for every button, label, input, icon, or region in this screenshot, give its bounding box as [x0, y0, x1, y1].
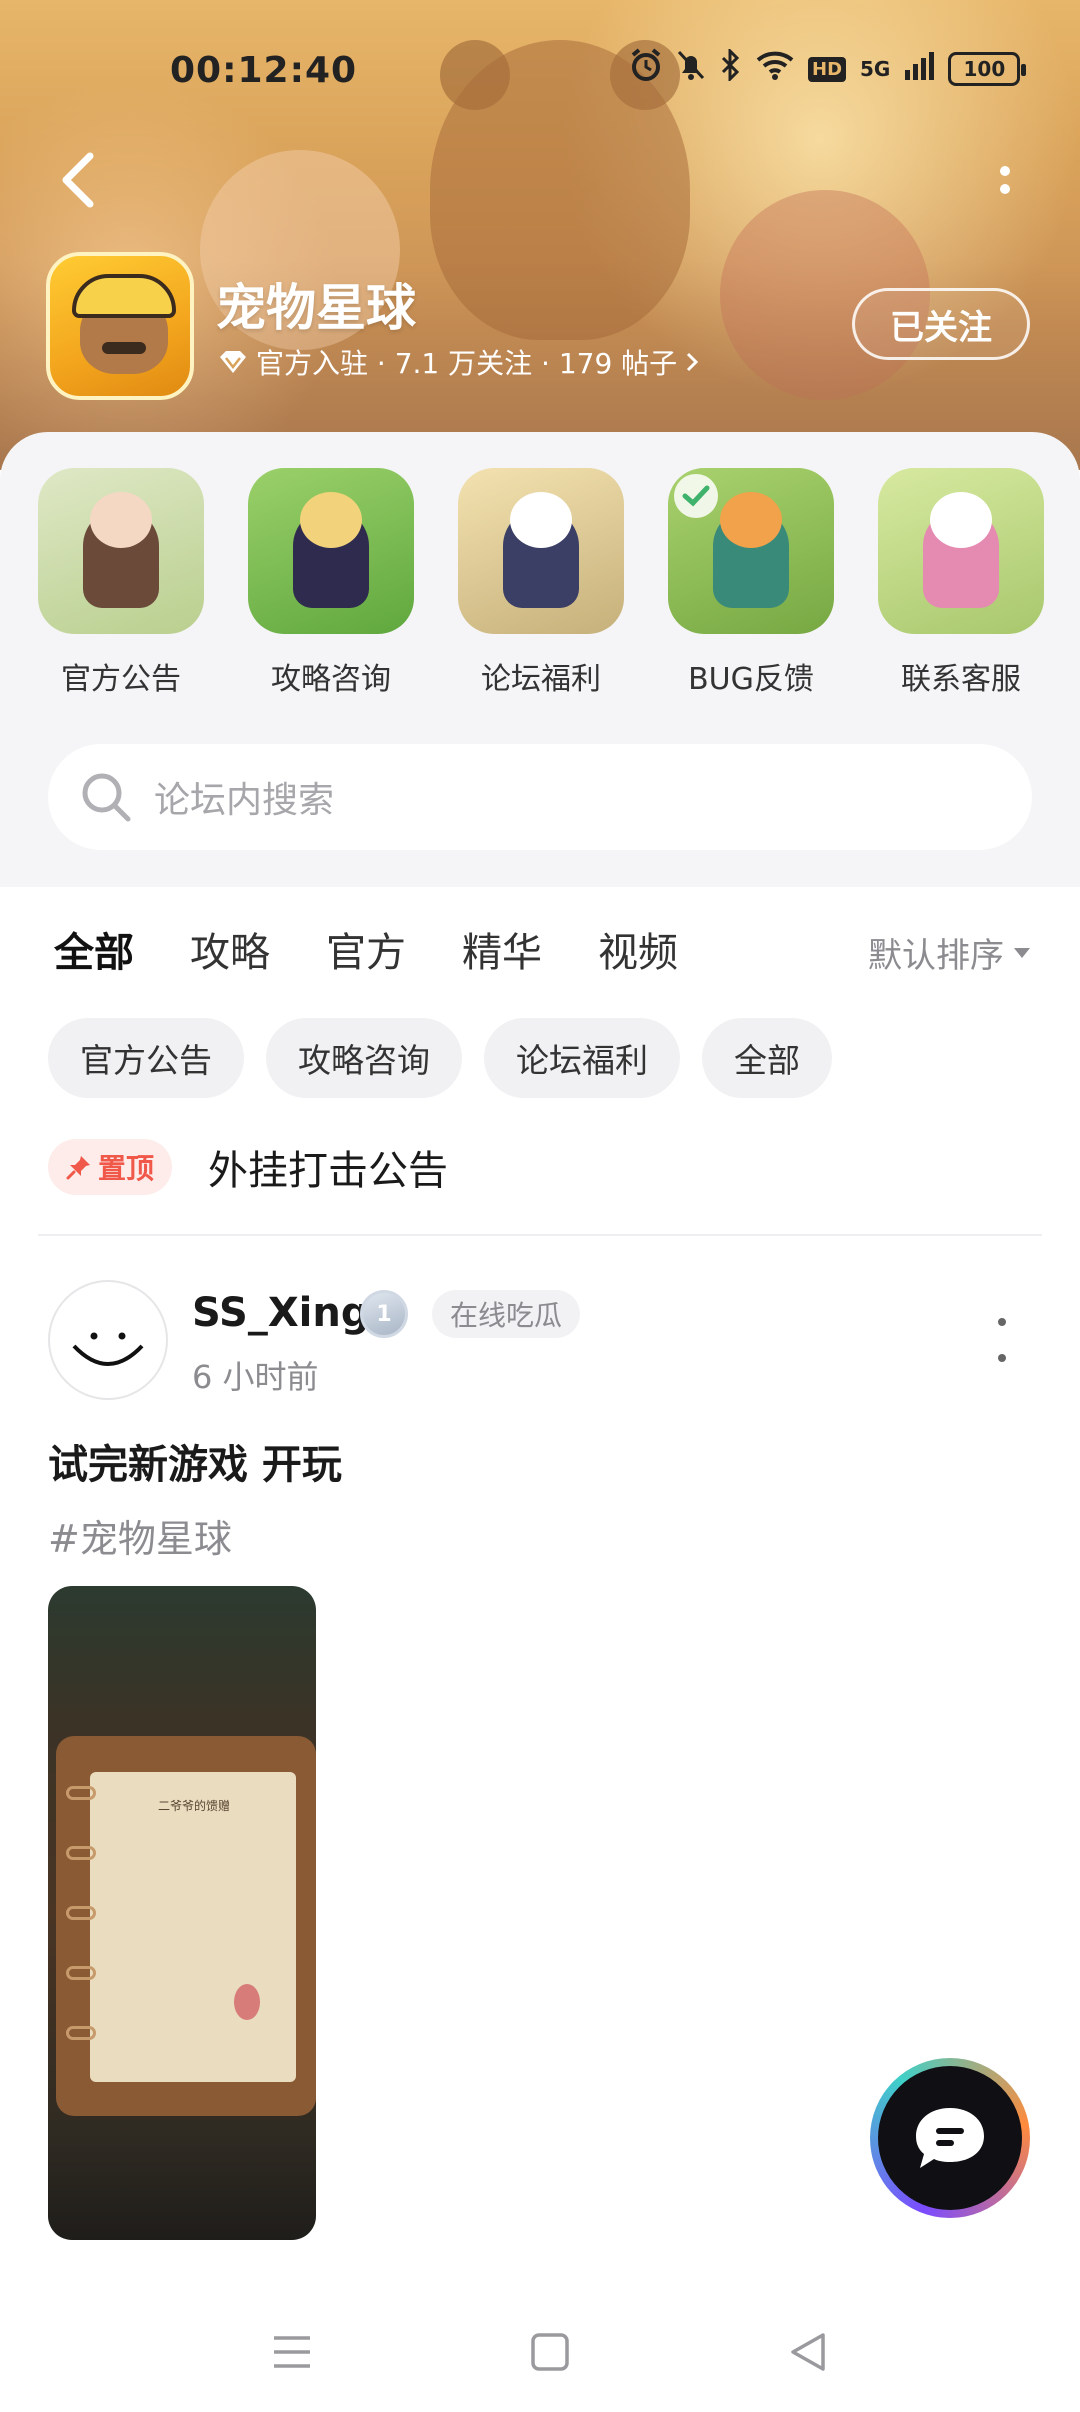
forum-meta-link[interactable]: 官方入驻 · 7.1 万关注 · 179 帖子 — [218, 342, 699, 382]
home-square-icon — [531, 2333, 569, 2371]
author-avatar[interactable] — [48, 1280, 168, 1400]
quick-link-label: 官方公告 — [61, 662, 181, 697]
forum-meta-text: 官方入驻 · 7.1 万关注 · 179 帖子 — [256, 347, 678, 380]
quick-link-label: 联系客服 — [901, 662, 1021, 697]
pin-icon — [66, 1156, 90, 1180]
tab-label: 精华 — [462, 930, 542, 976]
hd-badge: HD — [808, 56, 847, 82]
fingerprint-mark — [234, 1984, 260, 2020]
bluetooth-icon — [720, 47, 742, 89]
sort-label: 默认排序 — [868, 936, 1004, 976]
chevron-left-icon — [62, 152, 94, 208]
search-placeholder: 论坛内搜索 — [154, 780, 335, 821]
status-icons: HD 5G 100 — [630, 47, 1027, 90]
pinned-post-title: 外挂打击公告 — [208, 1148, 449, 1194]
filter-chip[interactable]: 论坛福利 — [484, 1018, 680, 1098]
quick-link-support[interactable]: 联系客服 — [876, 468, 1046, 708]
mute-bell-icon — [676, 49, 706, 89]
author-tag: 在线吃瓜 — [432, 1290, 581, 1338]
divider — [38, 1234, 1042, 1236]
diamond-icon — [220, 351, 246, 373]
filter-chip[interactable]: 全部 — [702, 1018, 832, 1098]
status-bar: 00:12:40 HD 5G 100 — [0, 40, 1080, 100]
forum-logo — [46, 252, 194, 400]
tab-official[interactable]: 官方 — [326, 920, 406, 988]
quick-link-guides[interactable]: 攻略咨询 — [246, 468, 416, 708]
system-nav-bar — [0, 2300, 1080, 2412]
back-nav-button[interactable] — [778, 2322, 838, 2382]
tab-all[interactable]: 全部 — [54, 920, 134, 988]
quick-link-official-notice[interactable]: 官方公告 — [36, 468, 206, 708]
menu-icon — [274, 2336, 310, 2368]
quick-link-label: 论坛福利 — [481, 662, 601, 697]
tab-featured[interactable]: 精华 — [462, 920, 542, 988]
post-image[interactable]: 二爷爷的馈赠 — [48, 1586, 316, 2240]
wifi-icon — [756, 50, 794, 88]
quick-links: 官方公告 攻略咨询 论坛福利 BUG反馈 联系客服 — [36, 468, 1046, 708]
quick-link-thumbnail — [668, 468, 834, 634]
recent-apps-button[interactable] — [262, 2322, 322, 2382]
quick-link-bug-report[interactable]: BUG反馈 — [666, 468, 836, 708]
pinned-post[interactable]: 置顶 外挂打击公告 — [48, 1138, 1042, 1196]
triangle-back-icon — [791, 2333, 825, 2371]
game-screenshot-note-title: 二爷爷的馈赠 — [157, 1799, 230, 1813]
follow-button[interactable]: 已关注 — [852, 288, 1030, 360]
search-icon — [82, 773, 131, 822]
chevron-right-icon — [687, 352, 699, 372]
signal-icon — [904, 50, 935, 88]
quick-link-benefits[interactable]: 论坛福利 — [456, 468, 626, 708]
chat-fab-button[interactable] — [870, 2058, 1030, 2218]
home-button[interactable] — [520, 2322, 580, 2382]
more-vertical-icon — [1000, 166, 1010, 176]
tab-label: 全部 — [54, 930, 134, 976]
sort-dropdown[interactable]: 默认排序 — [868, 928, 1030, 977]
post-category-tabs: 全部 攻略 官方 精华 视频 — [54, 920, 678, 988]
post-time: 6 小时前 — [192, 1358, 319, 1396]
back-button[interactable] — [48, 150, 108, 210]
check-icon — [674, 474, 718, 518]
filter-chip[interactable]: 攻略咨询 — [266, 1018, 462, 1098]
tab-label: 官方 — [326, 930, 406, 976]
quick-link-thumbnail — [878, 468, 1044, 634]
quick-link-thumbnail — [38, 468, 204, 634]
post-title[interactable]: 试完新游戏 开玩 — [48, 1432, 342, 1490]
network-type: 5G — [860, 57, 891, 81]
caret-down-icon — [1014, 947, 1030, 958]
alarm-icon — [630, 48, 662, 90]
quick-link-label: BUG反馈 — [688, 662, 814, 697]
quick-link-label: 攻略咨询 — [271, 662, 391, 697]
tab-guides[interactable]: 攻略 — [190, 920, 270, 988]
more-vertical-icon — [998, 1318, 1006, 1326]
tab-label: 攻略 — [190, 930, 270, 976]
battery-indicator: 100 — [948, 52, 1027, 86]
forum-title: 宠物星球 — [216, 279, 416, 337]
author-name[interactable]: SS_Xing — [192, 1290, 369, 1336]
game-screenshot-page — [90, 1772, 296, 2082]
forum-search-input[interactable]: 论坛内搜索 — [48, 744, 1032, 850]
user-level-badge: 1 — [360, 1290, 408, 1338]
chat-bubble-icon — [916, 2108, 984, 2168]
pin-badge-label: 置顶 — [98, 1152, 155, 1185]
post-more-button[interactable] — [990, 1318, 1014, 1362]
status-time: 00:12:40 — [170, 50, 358, 91]
filter-chips: 官方公告 攻略咨询 论坛福利 全部 — [48, 1018, 832, 1098]
quick-link-thumbnail — [458, 468, 624, 634]
filter-chip[interactable]: 官方公告 — [48, 1018, 244, 1098]
more-options-button[interactable] — [985, 150, 1025, 210]
quick-link-thumbnail — [248, 468, 414, 634]
pin-badge: 置顶 — [48, 1139, 173, 1195]
tab-label: 视频 — [598, 930, 678, 976]
tab-videos[interactable]: 视频 — [598, 920, 678, 988]
post-topic-tag[interactable]: #宠物星球 — [48, 1508, 232, 1563]
